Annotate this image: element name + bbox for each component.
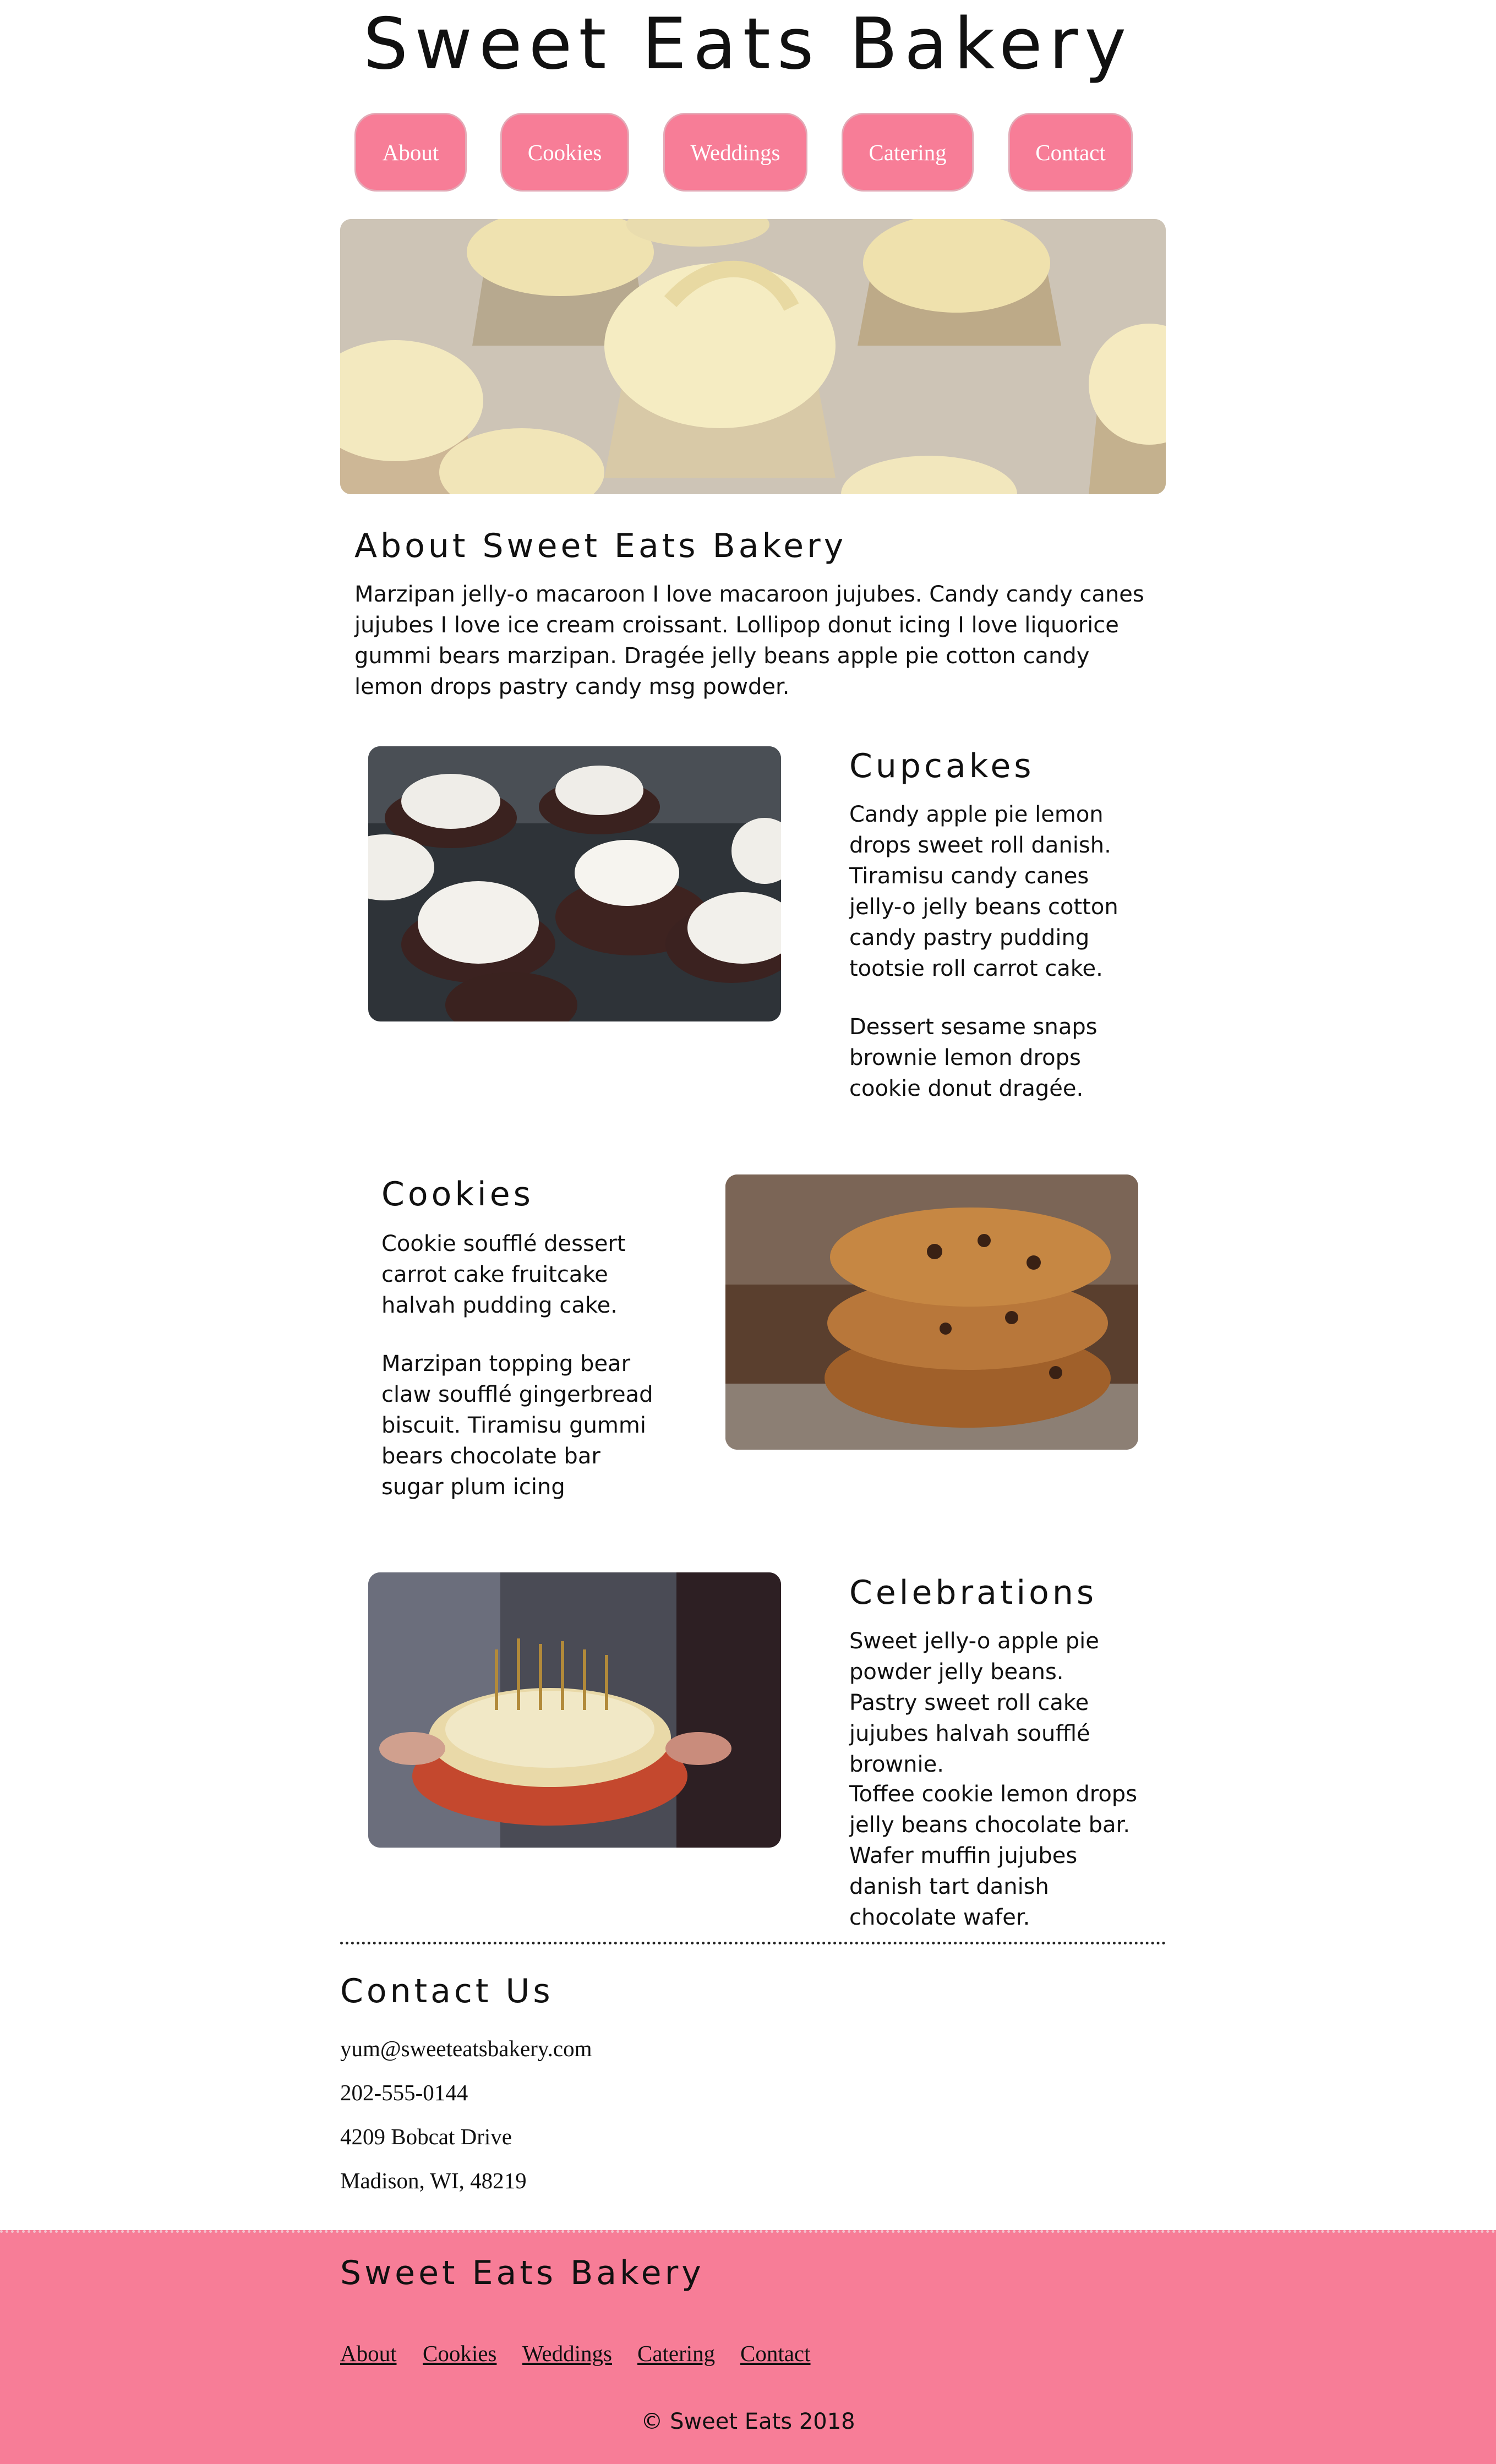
celebration-cake-image [368, 1572, 781, 1848]
hero-cupcakes-image [340, 219, 1166, 494]
footer: Sweet Eats Bakery About Cookies Weddings… [0, 2230, 1496, 2464]
cupcakes-heading: Cupcakes [849, 747, 1035, 785]
copyright-text: © Sweet Eats 2018 [641, 2409, 855, 2434]
cookies-text-2: Marzipan topping bear claw soufflé ginge… [381, 1351, 653, 1500]
footer-link-contact[interactable]: Contact [740, 2340, 811, 2367]
about-text: Marzipan jelly-o macaroon I love macaroo… [354, 582, 1144, 700]
footer-link-catering[interactable]: Catering [637, 2340, 715, 2367]
nav-contact-button[interactable]: Contact [1008, 113, 1133, 192]
contact-heading: Contact Us [340, 1972, 554, 2010]
cupcakes-text-1: Candy apple pie lemon drops sweet roll d… [849, 802, 1118, 981]
nav-cookies-button[interactable]: Cookies [500, 113, 629, 192]
footer-link-cookies[interactable]: Cookies [423, 2340, 496, 2367]
footer-link-weddings[interactable]: Weddings [522, 2340, 612, 2367]
site-title: Sweet Eats Bakery [363, 3, 1133, 85]
cookies-image [725, 1174, 1138, 1450]
celebrations-text-1: Sweet jelly-o apple pie powder jelly bea… [849, 1629, 1099, 1777]
nav-weddings-button[interactable]: Weddings [663, 113, 807, 192]
celebrations-text-2: Toffee cookie lemon drops jelly beans ch… [849, 1782, 1138, 1930]
footer-title: Sweet Eats Bakery [340, 2254, 705, 2292]
about-heading: About Sweet Eats Bakery [354, 527, 847, 565]
contact-phone: 202-555-0144 [340, 2080, 468, 2105]
cupcakes-image [368, 746, 781, 1021]
footer-link-about[interactable]: About [340, 2340, 397, 2367]
contact-email: yum@sweeteatsbakery.com [340, 2036, 592, 2061]
nav-catering-button[interactable]: Catering [842, 113, 974, 192]
contact-address-line-1: 4209 Bobcat Drive [340, 2124, 512, 2149]
contact-address-line-2: Madison, WI, 48219 [340, 2168, 527, 2193]
cookies-text-1: Cookie soufflé dessert carrot cake fruit… [381, 1231, 626, 1318]
cupcakes-text-2: Dessert sesame snaps brownie lemon drops… [849, 1014, 1098, 1101]
nav-about-button[interactable]: About [354, 113, 467, 192]
main-nav: About Cookies Weddings Catering Contact [0, 113, 1496, 192]
section-divider [340, 1942, 1166, 1944]
celebrations-heading: Celebrations [849, 1574, 1098, 1612]
cookies-heading: Cookies [381, 1175, 534, 1214]
